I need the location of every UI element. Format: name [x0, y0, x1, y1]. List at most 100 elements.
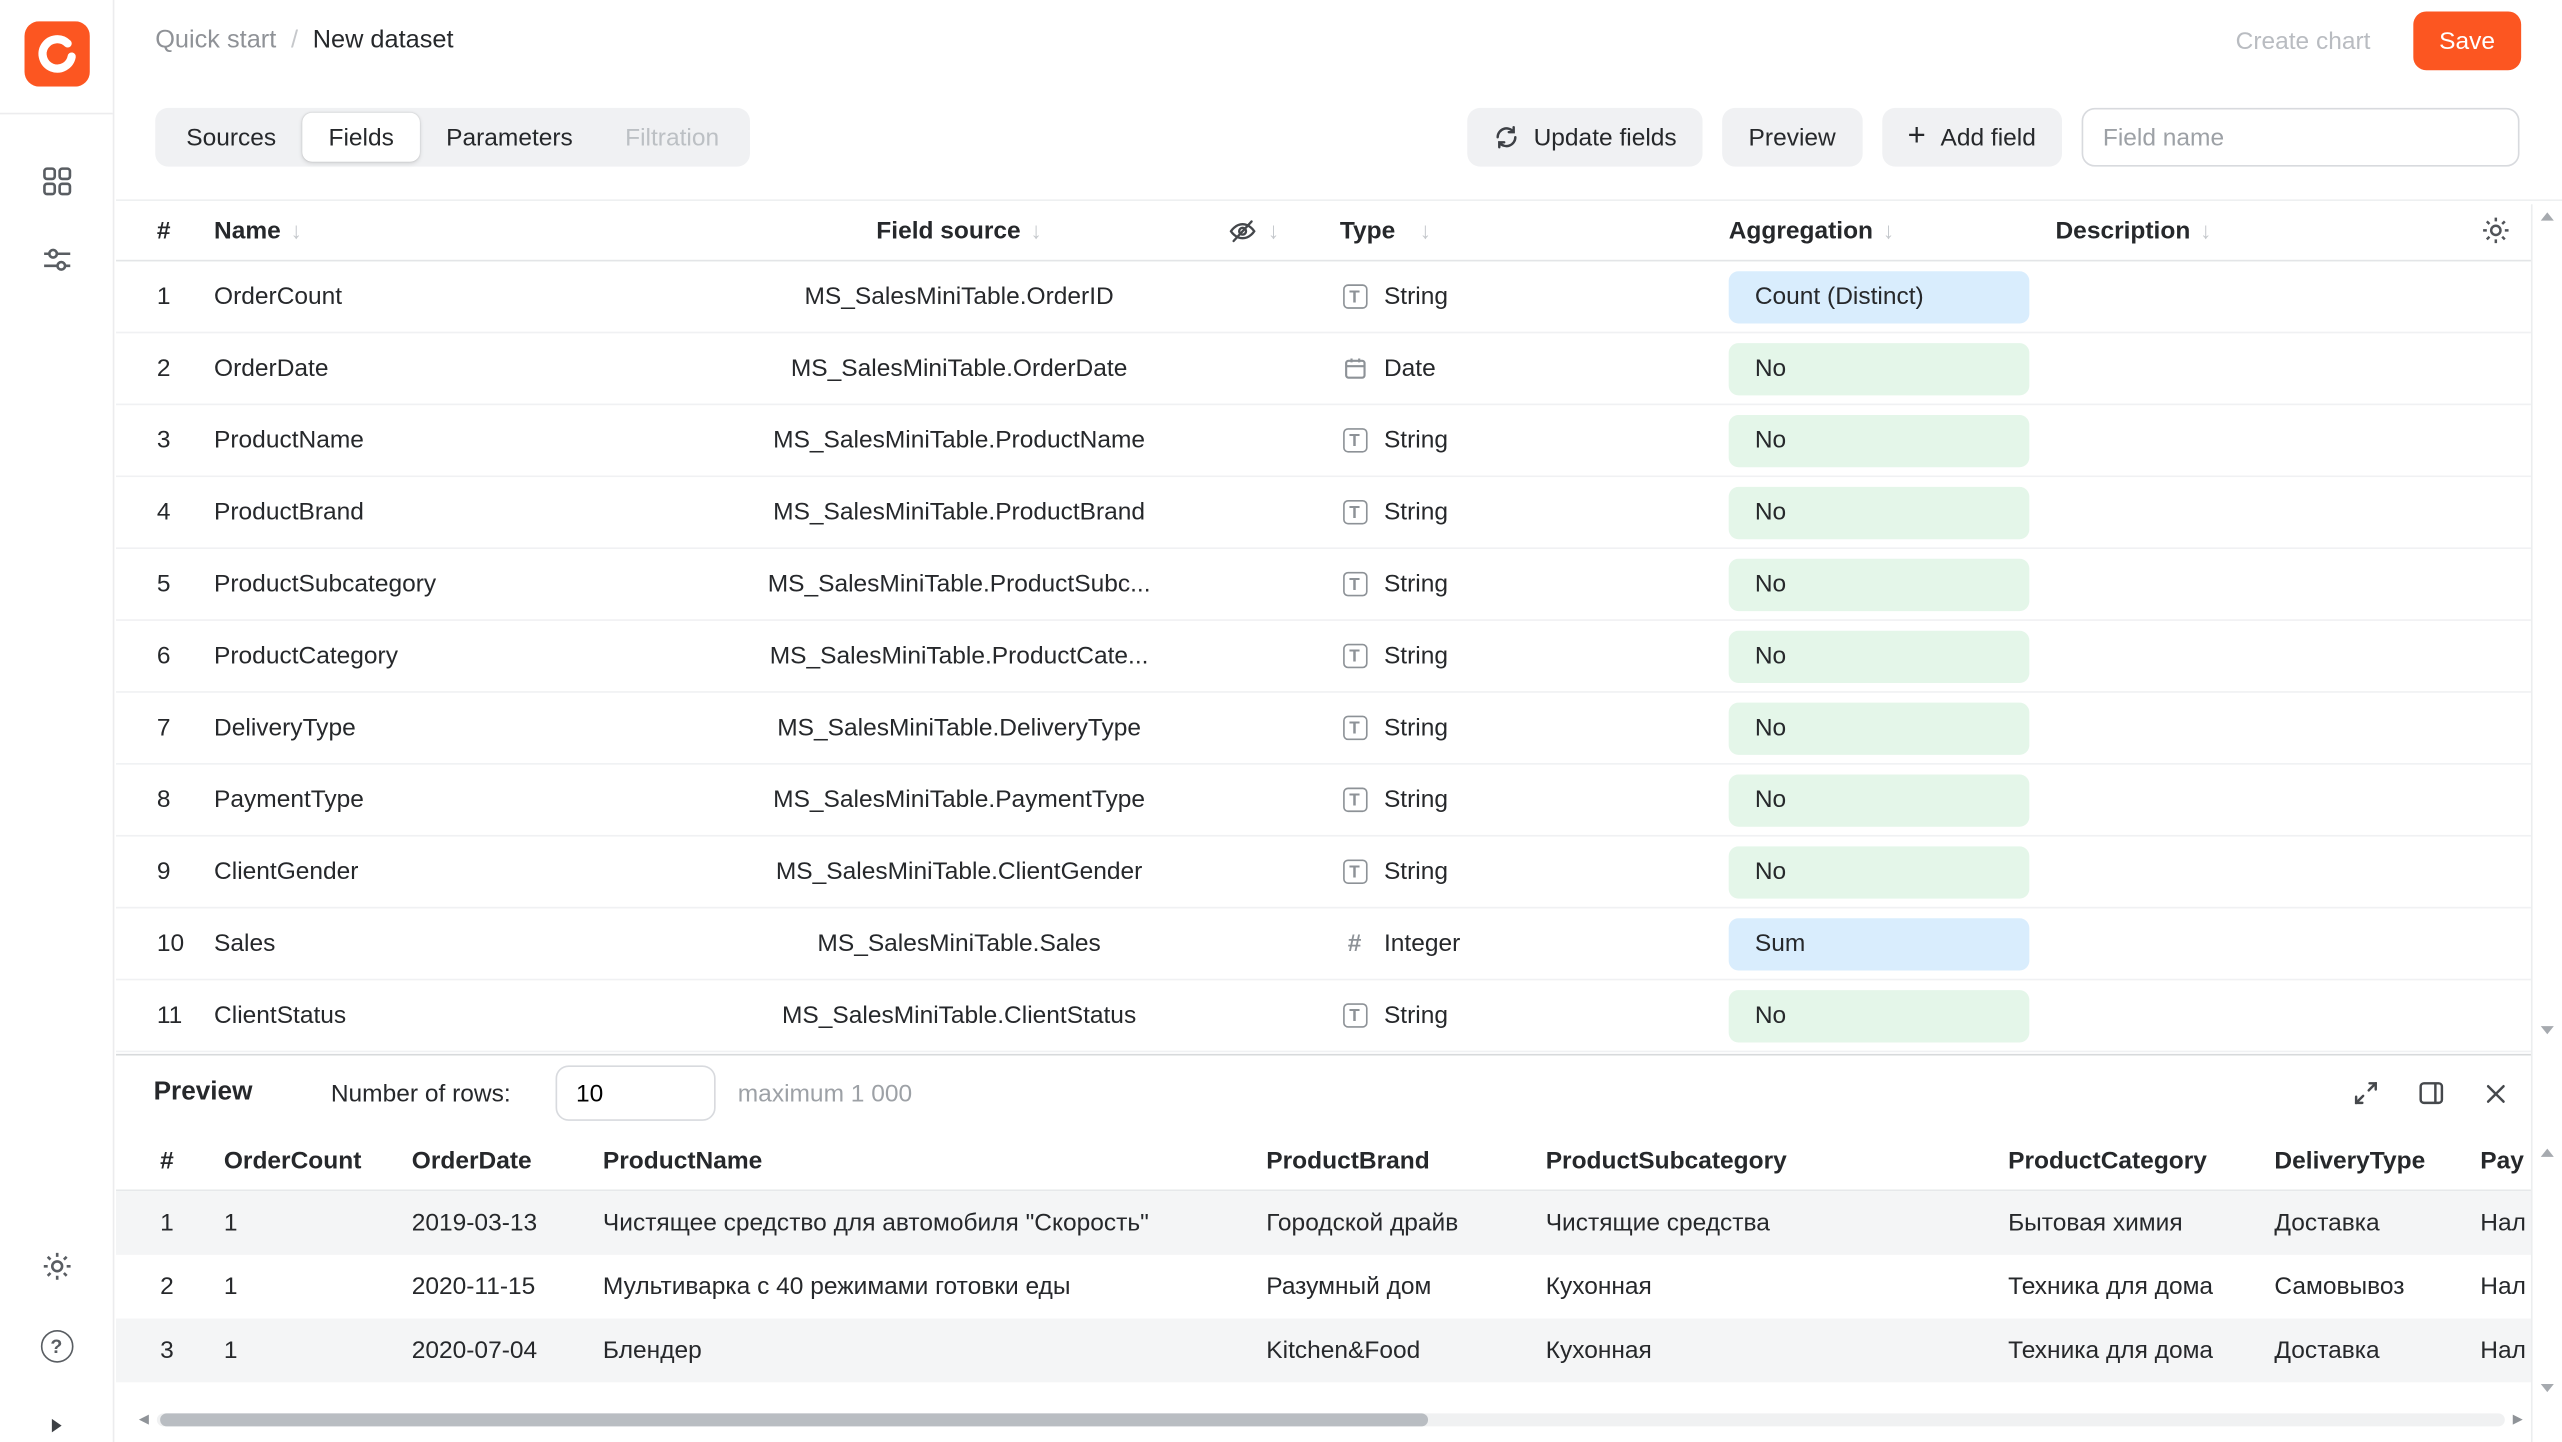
field-row[interactable]: 2 OrderDate MS_SalesMiniTable.OrderDate …: [116, 333, 2562, 405]
field-row[interactable]: 9 ClientGender MS_SalesMiniTable.ClientG…: [116, 837, 2562, 909]
field-type-label: String: [1384, 714, 1448, 742]
field-source: MS_SalesMiniTable.ClientStatus: [714, 1002, 1204, 1030]
scroll-down-icon[interactable]: [2541, 1026, 2554, 1034]
field-type-select[interactable]: T # String: [1323, 714, 1715, 742]
field-row[interactable]: 7 DeliveryType MS_SalesMiniTable.Deliver…: [116, 693, 2562, 765]
field-index: 1: [157, 283, 214, 311]
nav-apps-icon[interactable]: [32, 157, 81, 206]
field-type-select[interactable]: T # String: [1323, 1002, 1715, 1030]
preview-table-body: 1 1 2019-03-13 Чистящее средство для авт…: [116, 1191, 2562, 1382]
scroll-left-icon[interactable]: ◀: [139, 1413, 149, 1426]
field-type-icon: T #: [1340, 1003, 1369, 1028]
preview-close-icon[interactable]: [2482, 1079, 2510, 1107]
aggregation-select[interactable]: No: [1729, 414, 2030, 466]
field-row[interactable]: 1 OrderCount MS_SalesMiniTable.OrderID T: [116, 261, 2562, 333]
field-index: 6: [157, 642, 214, 670]
preview-expand-icon[interactable]: [2351, 1078, 2380, 1107]
breadcrumb-quick-start[interactable]: Quick start: [155, 26, 276, 55]
nav-flows-icon[interactable]: [32, 235, 81, 284]
aggregation-select[interactable]: No: [1729, 989, 2030, 1041]
column-aggregation[interactable]: Aggregation↓: [1716, 216, 2043, 244]
aggregation-select[interactable]: No: [1729, 630, 2030, 682]
field-type-select[interactable]: T # String: [1323, 426, 1715, 454]
app-logo[interactable]: [25, 21, 90, 86]
preview-column-productcategory: ProductCategory: [2008, 1146, 2274, 1174]
field-name[interactable]: DeliveryType: [214, 714, 714, 742]
expand-sidebar-icon[interactable]: [32, 1400, 81, 1442]
field-type-select[interactable]: T # Integer: [1323, 930, 1715, 958]
sort-down-icon: ↓: [1268, 217, 1279, 243]
aggregation-select[interactable]: No: [1729, 558, 2030, 610]
aggregation-select[interactable]: No: [1729, 342, 2030, 394]
field-type-select[interactable]: T # String: [1323, 570, 1715, 598]
field-name[interactable]: ProductName: [214, 426, 714, 454]
column-field-source[interactable]: Field source↓: [714, 216, 1204, 244]
preview-cell-productcategory: Бытовая химия: [2008, 1209, 2274, 1237]
horizontal-scrollbar-thumb[interactable]: [160, 1413, 1428, 1426]
field-row[interactable]: 3 ProductName MS_SalesMiniTable.ProductN…: [116, 405, 2562, 477]
table-settings-gear-icon[interactable]: [2480, 215, 2511, 246]
field-name[interactable]: ProductBrand: [214, 498, 714, 526]
vertical-scrollbar[interactable]: [2531, 204, 2562, 1442]
preview-column-productbrand: ProductBrand: [1266, 1146, 1545, 1174]
field-name[interactable]: ProductCategory: [214, 642, 714, 670]
field-type-select[interactable]: T # String: [1323, 786, 1715, 814]
field-name[interactable]: PaymentType: [214, 786, 714, 814]
field-type-label: String: [1384, 426, 1448, 454]
refresh-icon: [1493, 124, 1519, 150]
field-type-select[interactable]: T # Date: [1323, 355, 1715, 383]
field-row[interactable]: 6 ProductCategory MS_SalesMiniTable.Prod…: [116, 621, 2562, 693]
field-type-select[interactable]: T # String: [1323, 858, 1715, 886]
field-aggregation-cell: No: [1716, 342, 2043, 394]
field-name[interactable]: OrderCount: [214, 283, 714, 311]
field-name[interactable]: Sales: [214, 930, 714, 958]
create-chart-button[interactable]: Create chart: [2236, 27, 2371, 55]
tab-sources[interactable]: Sources: [160, 113, 302, 162]
field-name[interactable]: OrderDate: [214, 355, 714, 383]
horizontal-scrollbar[interactable]: ◀ ▶: [139, 1412, 2523, 1428]
fields-table-body: 1 OrderCount MS_SalesMiniTable.OrderID T: [116, 261, 2562, 1052]
field-source: MS_SalesMiniTable.ProductBrand: [714, 498, 1204, 526]
field-row[interactable]: 4 ProductBrand MS_SalesMiniTable.Product…: [116, 477, 2562, 549]
aggregation-select[interactable]: Count (Distinct): [1729, 270, 2030, 322]
field-type-select[interactable]: T # String: [1323, 283, 1715, 311]
field-type-select[interactable]: T # String: [1323, 642, 1715, 670]
preview-button[interactable]: Preview: [1722, 108, 1861, 167]
column-type[interactable]: Type↓: [1323, 216, 1715, 244]
scroll-up-icon[interactable]: [2541, 212, 2554, 220]
preview-cell-productsubcategory: Чистящие средства: [1546, 1209, 2008, 1237]
rows-count-input[interactable]: [555, 1065, 715, 1121]
add-field-button[interactable]: + Add field: [1881, 108, 2062, 167]
tab-filtration[interactable]: Filtration: [599, 113, 745, 162]
field-row[interactable]: 5 ProductSubcategory MS_SalesMiniTable.P…: [116, 549, 2562, 621]
field-source: MS_SalesMiniTable.ClientGender: [714, 858, 1204, 886]
field-type-select[interactable]: T # String: [1323, 498, 1715, 526]
sort-down-icon: ↓: [2200, 216, 2211, 242]
preview-column-orderdate: OrderDate: [412, 1146, 603, 1174]
field-row[interactable]: 8 PaymentType MS_SalesMiniTable.PaymentT…: [116, 765, 2562, 837]
field-name[interactable]: ProductSubcategory: [214, 570, 714, 598]
field-name[interactable]: ClientGender: [214, 858, 714, 886]
field-name[interactable]: ClientStatus: [214, 1002, 714, 1030]
aggregation-select[interactable]: No: [1729, 486, 2030, 538]
aggregation-select[interactable]: No: [1729, 846, 2030, 898]
tab-fields[interactable]: Fields: [302, 113, 420, 162]
update-fields-button[interactable]: Update fields: [1467, 108, 1703, 167]
column-hidden[interactable]: ↓: [1204, 215, 1323, 246]
aggregation-select[interactable]: Sum: [1729, 917, 2030, 969]
field-search-input[interactable]: [2082, 108, 2520, 167]
column-index[interactable]: #: [157, 216, 214, 244]
scroll-right-icon[interactable]: ▶: [2513, 1413, 2523, 1426]
preview-dock-panel-icon[interactable]: [2417, 1078, 2446, 1107]
help-icon[interactable]: ?: [32, 1322, 81, 1371]
aggregation-select[interactable]: No: [1729, 774, 2030, 826]
column-name[interactable]: Name↓: [214, 216, 714, 244]
preview-scroll-down-icon[interactable]: [2541, 1384, 2554, 1392]
settings-gear-icon[interactable]: [32, 1242, 81, 1291]
field-row[interactable]: 11 ClientStatus MS_SalesMiniTable.Client…: [116, 980, 2562, 1052]
field-row[interactable]: 10 Sales MS_SalesMiniTable.Sales T: [116, 908, 2562, 980]
aggregation-select[interactable]: No: [1729, 702, 2030, 754]
save-button[interactable]: Save: [2413, 11, 2521, 70]
preview-scroll-up-icon[interactable]: [2541, 1149, 2554, 1157]
tab-parameters[interactable]: Parameters: [420, 113, 599, 162]
